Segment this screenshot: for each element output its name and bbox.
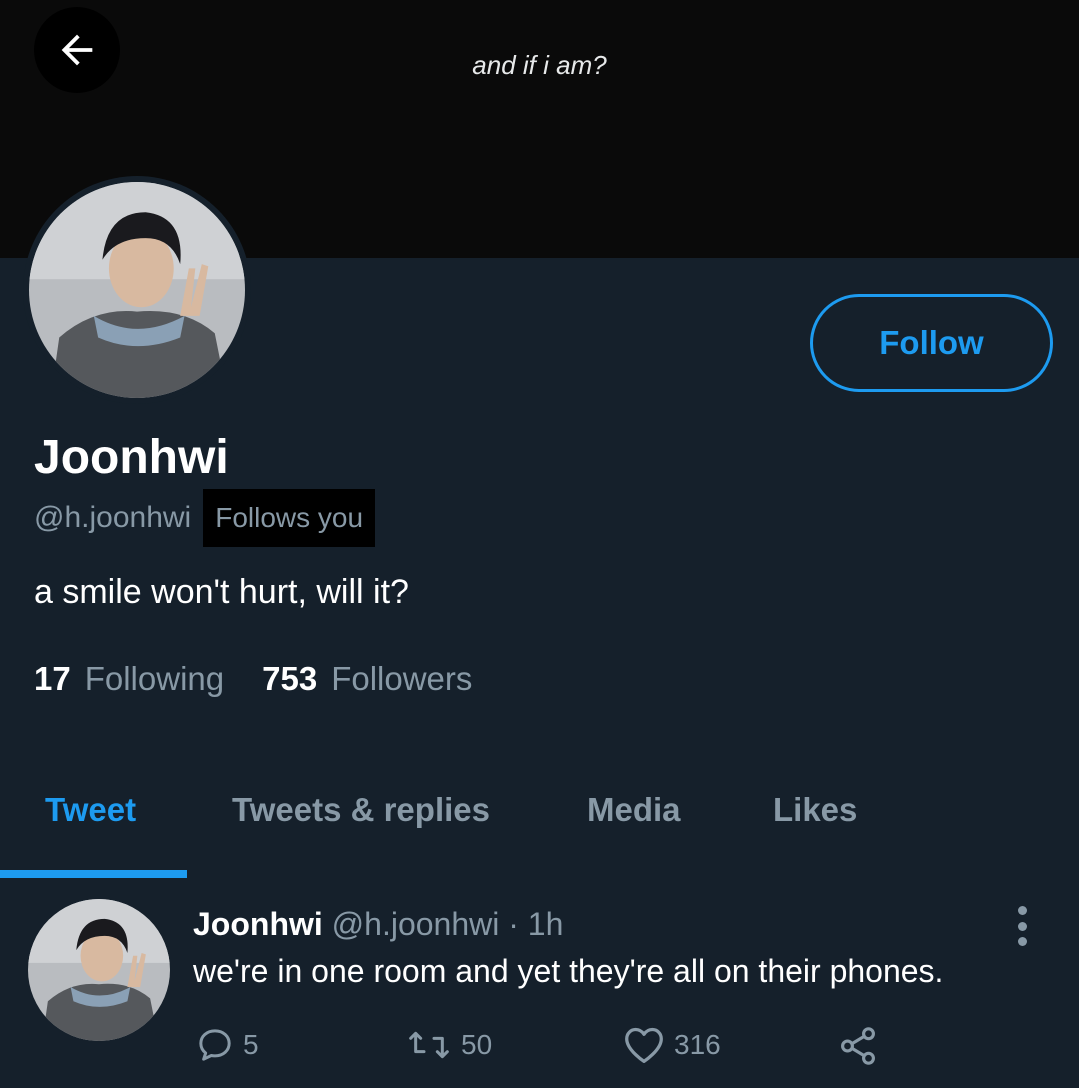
heart-icon — [625, 1027, 663, 1063]
handle-row: @h.joonhwi Follows you — [34, 489, 376, 547]
follow-button[interactable]: Follow — [810, 294, 1053, 392]
share-button[interactable] — [836, 1025, 880, 1067]
tab-tweet[interactable]: Tweet — [45, 791, 136, 829]
tweet-item[interactable]: Joonhwi @h.joonhwi · 1h we're in one roo… — [0, 880, 1079, 1088]
followers-link[interactable]: 753 Followers — [262, 660, 472, 698]
profile-bio: a smile won't hurt, will it? — [34, 573, 409, 611]
tab-tweets-replies[interactable]: Tweets & replies — [232, 791, 490, 829]
tab-likes[interactable]: Likes — [773, 791, 857, 829]
follows-you-badge: Follows you — [203, 489, 376, 547]
tab-media[interactable]: Media — [587, 791, 681, 829]
reply-count: 5 — [243, 1029, 259, 1060]
share-icon — [841, 1027, 875, 1065]
tweet-avatar[interactable] — [28, 899, 170, 1041]
profile-display-name: Joonhwi — [34, 431, 229, 484]
more-vertical-icon[interactable] — [1005, 906, 1039, 946]
retweet-button[interactable]: 50 — [405, 1025, 492, 1065]
like-count: 316 — [674, 1029, 721, 1060]
profile-avatar[interactable] — [23, 176, 251, 404]
profile-handle: @h.joonhwi — [34, 501, 192, 534]
reply-button[interactable]: 5 — [195, 1025, 259, 1065]
followers-label: Followers — [331, 660, 473, 697]
tweet-meta: @h.joonhwi · 1h — [322, 906, 564, 942]
like-button[interactable]: 316 — [622, 1025, 721, 1065]
tweet-text: we're in one room and yet they're all on… — [193, 953, 944, 989]
banner-caption: and if i am? — [472, 50, 607, 80]
profile-tabs: Tweet Tweets & replies Media Likes — [0, 775, 1079, 879]
profile-stats: 17 Following 753 Followers — [34, 660, 472, 698]
following-count: 17 — [34, 660, 71, 697]
following-label: Following — [84, 660, 225, 697]
following-link[interactable]: 17 Following — [34, 660, 224, 698]
followers-count: 753 — [262, 660, 318, 697]
active-tab-indicator — [0, 870, 187, 878]
reply-icon — [199, 1029, 231, 1061]
retweet-icon — [409, 1031, 449, 1059]
tweet-author-name[interactable]: Joonhwi — [193, 906, 323, 942]
retweet-count: 50 — [461, 1029, 493, 1060]
tweet-header: Joonhwi @h.joonhwi · 1h — [193, 906, 563, 943]
